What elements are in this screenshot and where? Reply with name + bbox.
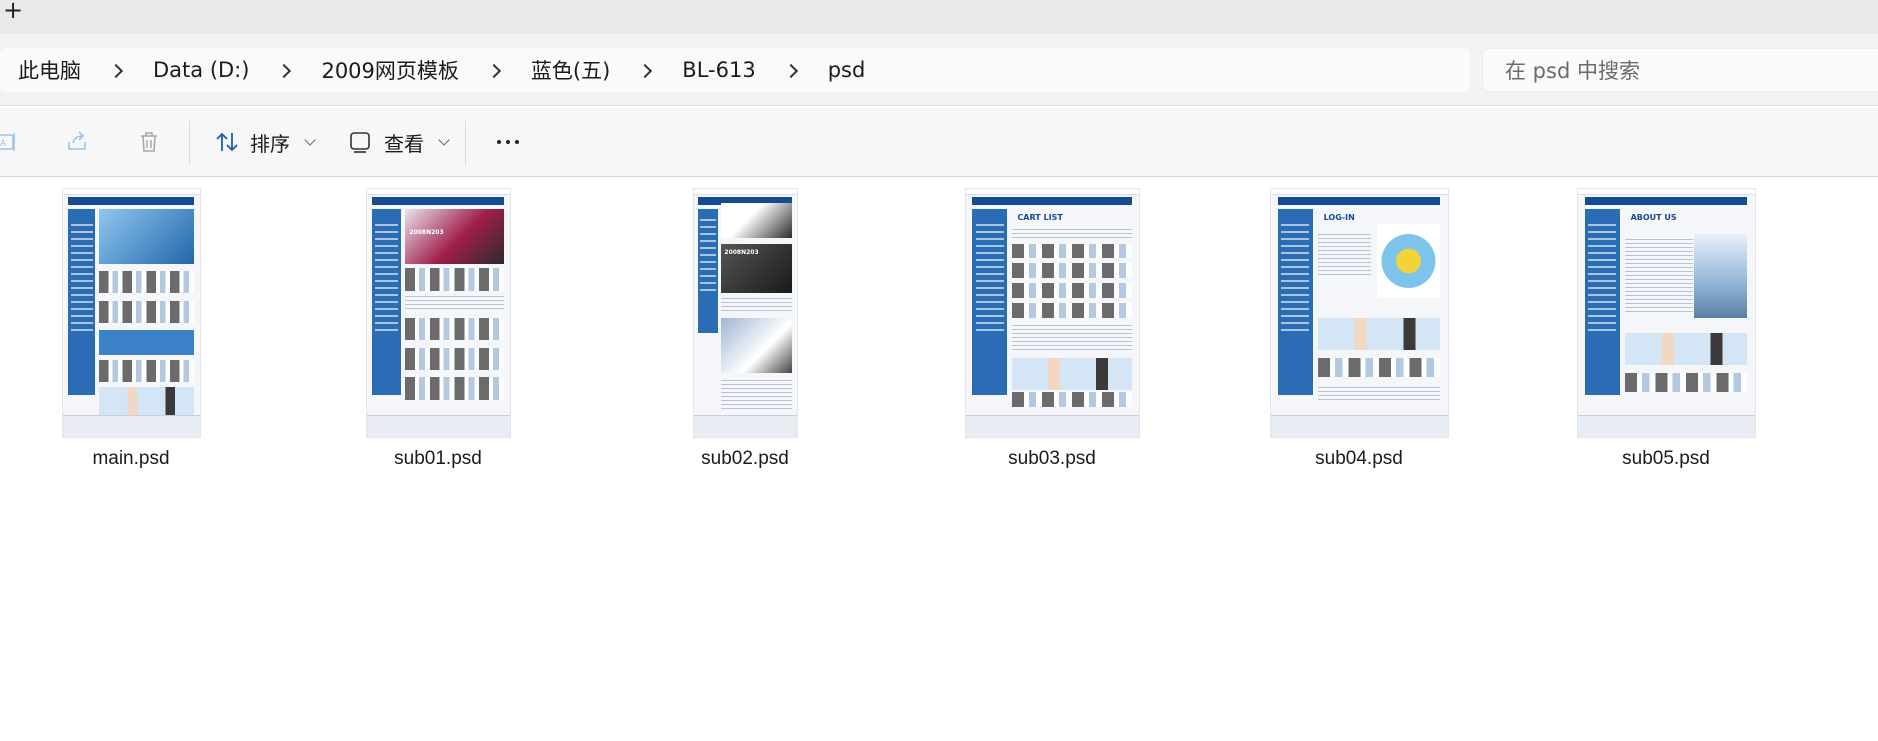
breadcrumb-this-pc[interactable]: 此电脑 [18, 55, 81, 85]
command-bar: A 排序 查看 [0, 107, 1878, 177]
divider [189, 121, 190, 165]
file-thumbnail: ABOUT US [1535, 188, 1797, 438]
chevron-right-icon[interactable] [638, 63, 652, 77]
rename-icon[interactable]: A [0, 129, 20, 155]
view-label: 查看 [384, 131, 424, 156]
breadcrumb[interactable]: 此电脑 Data (D:) 2009网页模板 蓝色(五) BL-613 psd [0, 48, 1470, 92]
file-thumbnail: 2008N203 [307, 188, 569, 438]
chevron-right-icon[interactable] [487, 63, 501, 77]
file-thumbnail: CART LIST [921, 188, 1183, 438]
thumbnail-title: CART LIST [1017, 213, 1063, 222]
delete-icon[interactable] [136, 129, 162, 155]
chevron-right-icon[interactable] [277, 63, 291, 77]
search-input[interactable]: 在 psd 中搜索 [1482, 48, 1878, 92]
sort-button[interactable]: 排序 [214, 125, 316, 159]
file-thumbnail: 2008N203 [614, 188, 876, 438]
chevron-right-icon[interactable] [109, 63, 123, 77]
breadcrumb-psd[interactable]: psd [828, 58, 866, 82]
file-thumbnail [0, 188, 262, 438]
file-name: sub04.psd [1315, 448, 1403, 469]
breadcrumb-templates-2009[interactable]: 2009网页模板 [321, 55, 458, 85]
thumbnail-title: LOG-IN [1323, 213, 1355, 222]
new-tab-button[interactable]: + [2, 0, 24, 22]
file-item[interactable]: ABOUT US sub05.psd [1535, 188, 1797, 478]
view-icon [350, 132, 370, 153]
chevron-down-icon [438, 134, 450, 146]
file-name: main.psd [92, 448, 170, 469]
file-item[interactable]: LOG-IN sub04.psd [1228, 188, 1490, 478]
file-name: sub01.psd [394, 448, 482, 469]
file-item[interactable]: CART LIST sub03.psd [921, 188, 1183, 478]
breadcrumb-bl-613[interactable]: BL-613 [682, 58, 755, 82]
more-options-button[interactable] [488, 127, 528, 157]
file-item[interactable]: 2008N203 sub01.psd [307, 188, 569, 478]
file-item[interactable]: 2008N203 sub02.psd [614, 188, 876, 478]
file-name: sub03.psd [1008, 448, 1096, 469]
view-button[interactable]: 查看 [348, 125, 450, 159]
sort-icon [216, 132, 238, 152]
thumbnail-title: ABOUT US [1630, 213, 1677, 222]
share-icon[interactable] [65, 129, 91, 155]
more-icon [497, 140, 501, 144]
divider [465, 121, 466, 165]
file-name: sub02.psd [701, 448, 789, 469]
file-item[interactable]: main.psd [0, 188, 262, 478]
breadcrumb-drive[interactable]: Data (D:) [153, 58, 249, 82]
sort-label: 排序 [250, 131, 290, 156]
file-thumbnail: LOG-IN [1228, 188, 1490, 438]
chevron-right-icon[interactable] [784, 63, 798, 77]
file-grid: main.psd 2008N203 sub01.psd 2008N203 sub… [0, 178, 1878, 741]
tab-strip: + [0, 0, 1878, 34]
file-name: sub05.psd [1622, 448, 1710, 469]
breadcrumb-blue-five[interactable]: 蓝色(五) [531, 55, 610, 85]
thumbnail-title: 2008N203 [724, 249, 759, 256]
svg-text:A: A [0, 139, 7, 149]
address-row: 此电脑 Data (D:) 2009网页模板 蓝色(五) BL-613 psd … [0, 34, 1878, 106]
thumbnail-title: 2008N203 [409, 229, 444, 236]
chevron-down-icon [304, 134, 316, 146]
